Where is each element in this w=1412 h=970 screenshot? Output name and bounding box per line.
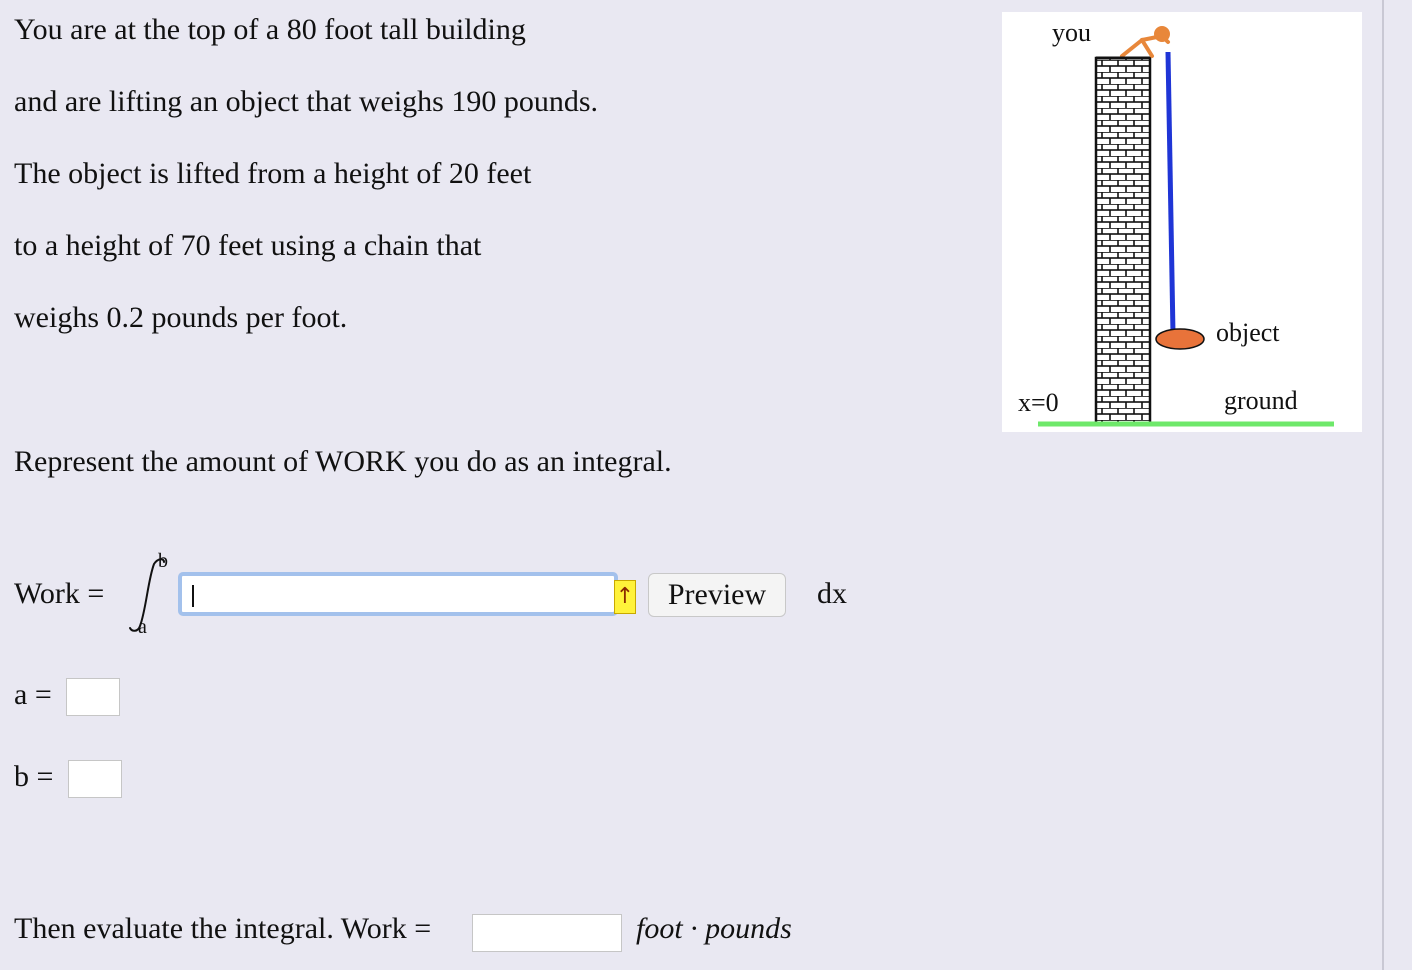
- text-caret: [192, 585, 194, 607]
- integral-sign: b a: [118, 550, 178, 640]
- b-label: b =: [14, 760, 54, 793]
- object-shape: [1155, 328, 1205, 350]
- problem-line-1: You are at the top of a 80 foot tall bui…: [14, 13, 526, 46]
- page-right-border: [1382, 0, 1384, 970]
- a-label: a =: [14, 678, 52, 711]
- person-figure: [1120, 26, 1170, 58]
- evaluate-row: Then evaluate the integral. Work = foot …: [14, 912, 914, 952]
- a-input[interactable]: [66, 678, 120, 716]
- figure-label-object: object: [1216, 318, 1280, 347]
- problem-line-5: weighs 0.2 pounds per foot.: [14, 301, 348, 334]
- units-label: foot · pounds: [636, 912, 792, 945]
- evaluate-label: Then evaluate the integral. Work =: [14, 912, 432, 945]
- instruction-text: Represent the amount of WORK you do as a…: [14, 445, 672, 478]
- figure-label-ground: ground: [1224, 386, 1298, 415]
- preview-button[interactable]: Preview: [648, 573, 786, 617]
- integrand-input[interactable]: [178, 572, 618, 616]
- figure-label-x0: x=0: [1018, 388, 1059, 417]
- building-diagram: [1038, 26, 1334, 427]
- b-input[interactable]: [68, 760, 122, 798]
- work-answer-input[interactable]: [472, 914, 622, 952]
- chain-line: [1165, 51, 1176, 335]
- upper-limit: b: [158, 550, 168, 572]
- equation-editor-arrow-icon[interactable]: ↑: [614, 580, 636, 614]
- problem-line-4: to a height of 70 feet using a chain tha…: [14, 229, 482, 262]
- problem-line-3: The object is lifted from a height of 20…: [14, 157, 532, 190]
- integral-symbol-icon: [129, 558, 165, 632]
- figure-label-you: you: [1052, 18, 1091, 47]
- lower-limit: a: [138, 616, 147, 638]
- problem-line-2: and are lifting an object that weighs 19…: [14, 85, 599, 118]
- building-figure: you object x=0 ground: [1002, 12, 1362, 432]
- work-label: Work =: [14, 577, 105, 610]
- dx-label: dx: [817, 577, 847, 610]
- brick-tower: [1094, 56, 1152, 426]
